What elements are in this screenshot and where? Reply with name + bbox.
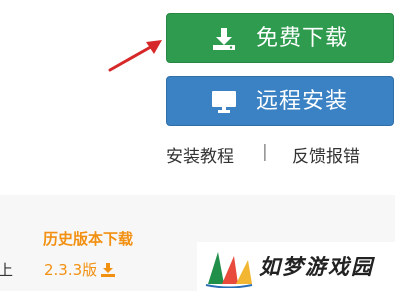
remote-install-label: 远程安装	[256, 89, 349, 114]
pointer-arrow-icon	[108, 40, 162, 72]
link-separator: |	[262, 142, 268, 162]
sail-logo-icon	[205, 252, 253, 288]
site-logo: 如梦游戏园	[197, 242, 395, 291]
install-tutorial-link[interactable]: 安装教程	[166, 142, 234, 167]
download-icon	[101, 262, 116, 277]
remote-install-button[interactable]: 远程安装	[166, 76, 394, 126]
logo-text: 如梦游戏园	[259, 255, 374, 279]
download-icon	[213, 28, 235, 50]
free-download-label: 免费下载	[256, 26, 349, 51]
history-versions-title[interactable]: 历史版本下载	[43, 228, 133, 249]
help-links: 安装教程 | 反馈报错	[166, 142, 395, 167]
version-download-link[interactable]: 2.3.3版	[44, 259, 116, 280]
version-label: 2.3.3版	[44, 261, 98, 279]
report-error-link[interactable]: 反馈报错	[292, 142, 360, 167]
monitor-icon	[212, 91, 236, 113]
truncated-text: 上	[0, 261, 14, 279]
free-download-button[interactable]: 免费下载	[166, 13, 394, 63]
